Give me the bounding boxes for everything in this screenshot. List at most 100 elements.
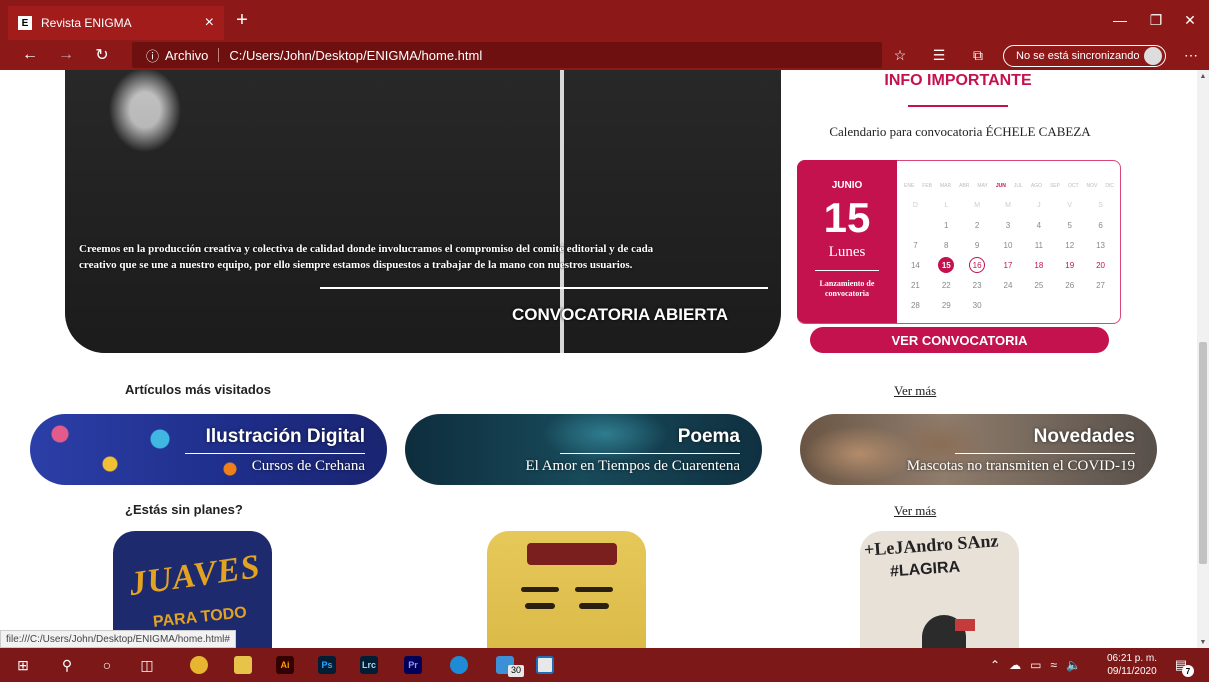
calendar-day-cell[interactable]: 15 [938, 257, 955, 273]
address-scheme-label: Archivo [165, 47, 209, 63]
new-tab-button[interactable]: + [230, 6, 254, 34]
calendar-day-cell[interactable]: 23 [962, 277, 993, 293]
calendar-day-cell[interactable]: 26 [1054, 277, 1085, 293]
refresh-icon[interactable]: ↻ [84, 40, 120, 70]
favorites-list-icon[interactable]: ☰ [924, 40, 954, 70]
address-url[interactable]: C:/Users/John/Desktop/ENIGMA/home.html [229, 48, 482, 63]
scroll-down-icon[interactable]: ▼ [1197, 636, 1209, 648]
calendar-day-cell[interactable]: 14 [900, 257, 931, 273]
photoshop-icon[interactable]: Ps [310, 648, 344, 682]
event-card-artwork [521, 587, 559, 592]
calendar-day-cell[interactable]: 4 [1023, 217, 1054, 233]
favorite-star-icon[interactable]: ☆ [885, 40, 915, 70]
calendar-weekday-header: J [1037, 201, 1041, 209]
close-window-icon[interactable]: ✕ [1168, 0, 1209, 40]
calendar-day-cell[interactable]: 1 [931, 217, 962, 233]
calendar-day-cell[interactable]: 21 [900, 277, 931, 293]
calendar-day-cell[interactable]: 12 [1054, 237, 1085, 253]
collections-icon[interactable]: ⧉ [963, 40, 993, 70]
wifi-icon[interactable]: ≈ [1050, 658, 1057, 672]
calendar-day-cell[interactable]: 10 [993, 237, 1024, 253]
scrollbar-thumb[interactable] [1199, 342, 1207, 564]
event-card-3[interactable]: +LeJAndro SAnz #LAGIRA [860, 531, 1019, 648]
volume-icon[interactable]: 🔈 [1066, 658, 1081, 672]
notifications-icon[interactable]: ▤ 7 [1170, 654, 1194, 677]
app-window-icon[interactable] [528, 648, 562, 682]
calendar-day-cell[interactable]: 5 [1054, 217, 1085, 233]
calendar-day-cell[interactable]: 18 [1023, 257, 1054, 273]
task-view-icon[interactable]: ◫ [130, 648, 164, 682]
address-divider [218, 48, 220, 62]
hero-rule [320, 287, 768, 289]
back-icon[interactable]: ← [12, 40, 48, 70]
page-scrollbar[interactable]: ▲ ▼ [1197, 70, 1209, 648]
calendar-divider [815, 270, 879, 271]
calendar-day-cell[interactable]: 19 [1054, 257, 1085, 273]
calendar-day-cell[interactable]: 13 [1085, 237, 1116, 253]
windows-start-icon[interactable]: ⊞ [6, 648, 40, 682]
hero-description: Creemos en la producción creativa y cole… [79, 243, 654, 271]
calendar-month-label: AGO [1030, 183, 1042, 189]
address-bar[interactable]: ⓘ Archivo C:/Users/John/Desktop/ENIGMA/h… [132, 42, 882, 68]
browser-tab[interactable]: E Revista ENIGMA × [8, 6, 224, 40]
edge-grouped-icon[interactable]: 30 [488, 648, 525, 682]
cortana-icon[interactable]: ○ [90, 648, 124, 682]
calendar-day-cell[interactable]: 24 [993, 277, 1024, 293]
file-explorer-icon[interactable] [226, 648, 260, 682]
event-card-artwork-sub: PARA TODO [152, 604, 248, 631]
calendar-note: Lanzamiento de convocatoria [819, 279, 875, 298]
more-options-icon[interactable]: ⋯ [1176, 40, 1206, 70]
article-card-poem[interactable]: Poema El Amor en Tiempos de Cuarentena [405, 414, 762, 485]
calendar-day-cell[interactable]: 16 [969, 257, 986, 273]
see-more-visited-link[interactable]: Ver más [894, 383, 936, 399]
calendar-day-cell[interactable]: 11 [1023, 237, 1054, 253]
sync-profile-button[interactable]: No se está sincronizando [1003, 45, 1166, 67]
onedrive-icon[interactable]: ☁ [1009, 658, 1021, 672]
lightroom-classic-icon[interactable]: Lrc [352, 648, 386, 682]
calendar-day-cell[interactable]: 3 [993, 217, 1024, 233]
calendar-weekday-header: D [912, 201, 918, 209]
close-tab-icon[interactable]: × [205, 14, 214, 32]
article-card-news[interactable]: Novedades Mascotas no transmiten el COVI… [800, 414, 1157, 485]
clock-time: 06:21 p. m. [1106, 653, 1158, 664]
calendar-day-cell[interactable]: 30 [962, 297, 993, 313]
search-icon[interactable]: ⚲ [50, 648, 84, 682]
scroll-up-icon[interactable]: ▲ [1197, 70, 1209, 82]
calendar-day-cell[interactable]: 7 [900, 237, 931, 253]
article-subtitle: Cursos de Crehana [251, 458, 365, 474]
calendar-day-cell[interactable]: 25 [1023, 277, 1054, 293]
open-call-link[interactable]: CONVOCATORIA ABIERTA [495, 305, 745, 325]
taskbar-clock[interactable]: 06:21 p. m. 09/11/2020 [1104, 652, 1160, 678]
calendar-weekday: Lunes [828, 244, 866, 260]
see-more-plans-link[interactable]: Ver más [894, 503, 936, 519]
event-card-artwork [579, 603, 609, 609]
page-viewport: Creemos en la producción creativa y cole… [0, 70, 1197, 648]
edge-icon[interactable] [442, 648, 476, 682]
event-card-2[interactable] [487, 531, 646, 648]
view-call-button[interactable]: VER CONVOCATORIA [810, 327, 1109, 353]
forward-icon[interactable]: → [48, 40, 84, 70]
calendar-day-cell[interactable]: 17 [993, 257, 1024, 273]
info-icon[interactable]: ⓘ [146, 46, 159, 65]
calendar-day-cell[interactable]: 28 [900, 297, 931, 313]
calendar-day-cell[interactable]: 29 [931, 297, 962, 313]
calendar-weekday-header: L [944, 201, 949, 209]
calendar-day-cell[interactable]: 2 [962, 217, 993, 233]
calendar-day-cell[interactable]: 27 [1085, 277, 1116, 293]
event-card-artwork [527, 543, 617, 565]
calendar-day-cell[interactable]: 6 [1085, 217, 1116, 233]
event-card-artwork: JUAVES [126, 548, 263, 604]
battery-icon[interactable]: ▭ [1030, 658, 1041, 672]
calendar-day-cell[interactable]: 9 [962, 237, 993, 253]
calendar-day-cell[interactable]: 22 [931, 277, 962, 293]
premiere-icon[interactable]: Pr [396, 648, 430, 682]
event-card-artwork-sub: #LAGIRA [889, 558, 961, 581]
calendar-day-cell[interactable]: 8 [931, 237, 962, 253]
tray-chevron-icon[interactable]: ⌃ [990, 658, 1000, 672]
calendar-day-cell[interactable]: 20 [1085, 257, 1116, 273]
illustrator-icon[interactable]: Ai [268, 648, 302, 682]
chrome-icon[interactable] [182, 648, 216, 682]
article-card-illustration[interactable]: Ilustración Digital Cursos de Crehana [30, 414, 387, 485]
calendar-weekday-header: S [1098, 201, 1103, 209]
calendar-month-label: JUN [995, 183, 1006, 189]
